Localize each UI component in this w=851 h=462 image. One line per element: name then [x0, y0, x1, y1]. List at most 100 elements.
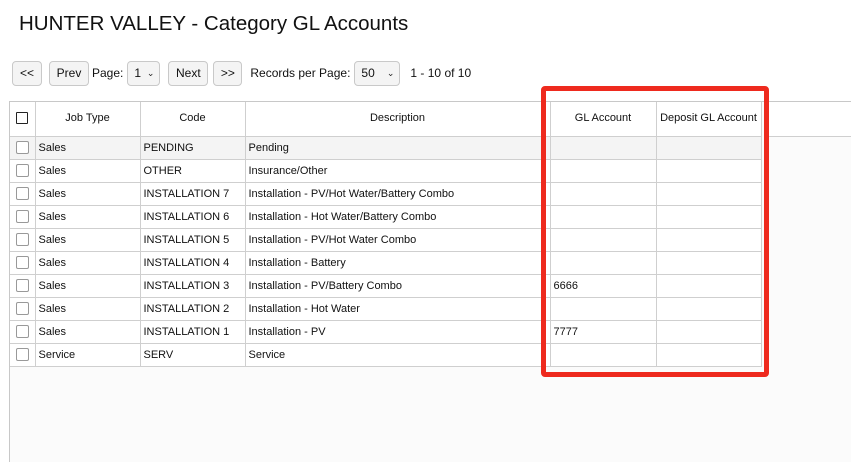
column-header-job-type[interactable]: Job Type	[35, 102, 141, 137]
cell-code: INSTALLATION 4	[140, 251, 246, 275]
row-select-cell	[10, 274, 36, 298]
chevron-down-icon: ⌄	[386, 67, 395, 78]
cell-job-type: Sales	[35, 159, 141, 183]
cell-code: INSTALLATION 3	[140, 274, 246, 298]
column-header-gl-account[interactable]: GL Account	[550, 102, 657, 137]
table-row[interactable]: Sales INSTALLATION 3 Installation - PV/Bat…	[10, 274, 762, 298]
cell-code: INSTALLATION 2	[140, 297, 246, 321]
prev-page-button[interactable]: Prev	[49, 60, 89, 86]
cell-deposit-gl-account[interactable]	[656, 182, 762, 206]
cell-deposit-gl-account[interactable]	[656, 136, 762, 160]
cell-gl-account[interactable]: 7777	[550, 320, 657, 344]
table-row[interactable]: Service SERV Service	[10, 343, 762, 367]
cell-job-type: Sales	[35, 205, 141, 229]
row-checkbox[interactable]	[15, 279, 29, 292]
cell-deposit-gl-account[interactable]	[656, 320, 762, 344]
record-range: 1 - 10 of 10	[410, 66, 472, 80]
cell-job-type: Sales	[35, 320, 141, 344]
table-body: Sales PENDING Pending Sales OTHER Insurance/O…	[10, 136, 762, 367]
cell-description: Service	[245, 343, 551, 367]
select-all-checkbox[interactable]	[16, 112, 29, 125]
header-filler	[769, 102, 851, 137]
cell-deposit-gl-account[interactable]	[656, 251, 762, 275]
cell-gl-account[interactable]	[550, 205, 657, 229]
row-select-cell	[10, 320, 36, 344]
table-row[interactable]: Sales INSTALLATION 6 Installation - Hot Wa…	[10, 205, 762, 229]
cell-description: Installation - Hot Water/Battery Combo	[245, 205, 551, 229]
page-select[interactable]: 1 ⌄	[127, 60, 161, 86]
records-per-page-value: 50	[361, 66, 375, 80]
table-row[interactable]: Sales INSTALLATION 5 Installation - PV/Hot…	[10, 228, 762, 252]
table-row[interactable]: Sales INSTALLATION 7 Installation - PV/Hot…	[10, 182, 762, 206]
row-select-cell	[10, 136, 36, 160]
row-checkbox[interactable]	[15, 325, 29, 338]
first-page-button[interactable]: <<	[12, 60, 42, 86]
row-select-cell	[10, 251, 36, 275]
table-header-row: Job Type Code Description GL Account Dep…	[10, 102, 762, 137]
chevron-down-icon: ⌄	[146, 67, 155, 78]
cell-gl-account[interactable]	[550, 251, 657, 275]
cell-deposit-gl-account[interactable]	[656, 228, 762, 252]
cell-gl-account[interactable]	[550, 159, 657, 183]
records-per-page-select[interactable]: 50 ⌄	[354, 60, 401, 86]
cell-gl-account[interactable]	[550, 182, 657, 206]
select-all-cell	[10, 102, 36, 137]
row-select-cell	[10, 182, 36, 206]
cell-job-type: Sales	[35, 182, 141, 206]
table-row[interactable]: Sales INSTALLATION 1 Installation - PV 7777	[10, 320, 762, 344]
cell-deposit-gl-account[interactable]	[656, 343, 762, 367]
last-page-button[interactable]: >>	[213, 60, 243, 86]
cell-description: Installation - PV	[245, 320, 551, 344]
pager-toolbar: << Prev Page: 1 ⌄ Next >> Records per Pa…	[12, 60, 471, 86]
column-header-deposit-gl-account[interactable]: Deposit GL Account	[656, 102, 762, 137]
cell-code: SERV	[140, 343, 246, 367]
column-header-description[interactable]: Description	[245, 102, 551, 137]
page-select-value: 1	[134, 66, 142, 80]
page-label: Page:	[92, 66, 124, 80]
table-row[interactable]: Sales PENDING Pending	[10, 136, 762, 160]
cell-description: Installation - PV/Battery Combo	[245, 274, 551, 298]
row-select-cell	[10, 205, 36, 229]
cell-gl-account[interactable]	[550, 136, 657, 160]
row-checkbox[interactable]	[15, 256, 29, 269]
page-title: HUNTER VALLEY - Category GL Accounts	[19, 12, 409, 35]
cell-description: Insurance/Other	[245, 159, 551, 183]
cell-description: Installation - PV/Hot Water/Battery Comb…	[245, 182, 551, 206]
column-header-code[interactable]: Code	[140, 102, 246, 137]
row-checkbox[interactable]	[15, 210, 29, 223]
cell-code: INSTALLATION 6	[140, 205, 246, 229]
cell-job-type: Service	[35, 343, 141, 367]
cell-gl-account[interactable]	[550, 297, 657, 321]
cell-gl-account[interactable]	[550, 228, 657, 252]
cell-description: Installation - Battery	[245, 251, 551, 275]
gl-accounts-table: Job Type Code Description GL Account Dep…	[10, 102, 762, 367]
records-per-page-label: Records per Page:	[250, 66, 351, 80]
cell-job-type: Sales	[35, 251, 141, 275]
cell-code: INSTALLATION 5	[140, 228, 246, 252]
cell-code: INSTALLATION 1	[140, 320, 246, 344]
cell-job-type: Sales	[35, 228, 141, 252]
cell-job-type: Sales	[35, 274, 141, 298]
cell-code: OTHER	[140, 159, 246, 183]
cell-gl-account[interactable]: 6666	[550, 274, 657, 298]
table-row[interactable]: Sales INSTALLATION 2 Installation - Hot Wa…	[10, 297, 762, 321]
table-row[interactable]: Sales OTHER Insurance/Other	[10, 159, 762, 183]
row-checkbox[interactable]	[15, 187, 29, 200]
row-checkbox[interactable]	[15, 164, 29, 177]
next-page-button[interactable]: Next	[168, 60, 209, 86]
table-row[interactable]: Sales INSTALLATION 4 Installation - Batter…	[10, 251, 762, 275]
row-checkbox[interactable]	[15, 348, 29, 361]
row-checkbox[interactable]	[15, 141, 29, 154]
cell-code: PENDING	[140, 136, 246, 160]
cell-job-type: Sales	[35, 136, 141, 160]
cell-deposit-gl-account[interactable]	[656, 205, 762, 229]
cell-job-type: Sales	[35, 297, 141, 321]
cell-deposit-gl-account[interactable]	[656, 159, 762, 183]
cell-description: Installation - Hot Water	[245, 297, 551, 321]
cell-deposit-gl-account[interactable]	[656, 297, 762, 321]
cell-deposit-gl-account[interactable]	[656, 274, 762, 298]
cell-gl-account[interactable]	[550, 343, 657, 367]
row-checkbox[interactable]	[15, 302, 29, 315]
row-checkbox[interactable]	[15, 233, 29, 246]
row-select-cell	[10, 297, 36, 321]
